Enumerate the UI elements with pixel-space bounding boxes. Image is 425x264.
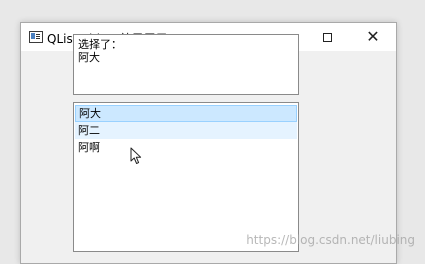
watermark-text: https://blog.csdn.net/liubing: [246, 233, 415, 247]
selection-label-prefix: 选择了：: [78, 38, 122, 51]
close-icon: ✕: [366, 27, 380, 46]
maximize-button[interactable]: [304, 23, 350, 51]
maximize-icon: [322, 32, 332, 42]
selection-label: 选择了： 阿大: [73, 34, 299, 95]
app-window-icon: [29, 31, 43, 43]
list-widget[interactable]: 阿大 阿二 阿啊: [73, 102, 299, 252]
close-button[interactable]: ✕: [350, 23, 396, 51]
list-item-a-er[interactable]: 阿二: [75, 122, 297, 139]
list-item-a-a[interactable]: 阿啊: [75, 139, 297, 156]
selection-label-value: 阿大: [78, 51, 100, 64]
mouse-cursor-icon: [130, 147, 142, 164]
list-item-a-da[interactable]: 阿大: [75, 105, 297, 122]
